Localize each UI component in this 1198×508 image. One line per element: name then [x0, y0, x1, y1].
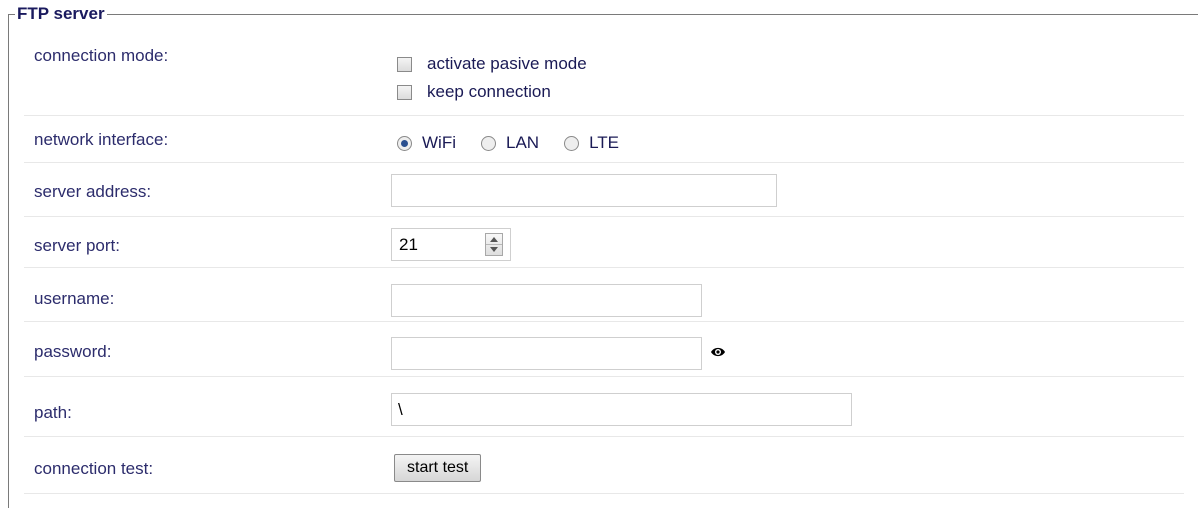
username-label: username: [34, 289, 115, 308]
row-network-interface: network interface: WiFi LAN LTE [24, 116, 1184, 163]
row-username: username: [24, 268, 1184, 322]
row-server-address: server address: [24, 163, 1184, 217]
passive-mode-option[interactable]: activate pasive mode [397, 54, 587, 74]
row-password: password: [24, 322, 1184, 377]
row-connection-mode: connection mode: activate pasive mode ke… [24, 34, 1184, 116]
lte-label: LTE [589, 133, 619, 152]
connection-mode-label: connection mode: [34, 46, 169, 65]
server-port-value: 21 [399, 235, 418, 254]
passive-mode-checkbox[interactable] [397, 56, 412, 72]
username-input[interactable] [391, 284, 702, 317]
wifi-label: WiFi [422, 133, 456, 152]
keep-connection-checkbox[interactable] [397, 84, 412, 100]
eye-icon[interactable] [710, 346, 726, 358]
password-label: password: [34, 342, 112, 361]
network-interface-radios: WiFi LAN LTE [397, 133, 644, 153]
path-input[interactable]: \ [391, 393, 852, 426]
radio-option-lan[interactable]: LAN [480, 133, 540, 153]
network-interface-label: network interface: [34, 130, 169, 149]
keep-connection-option[interactable]: keep connection [397, 82, 551, 102]
row-path: path: \ [24, 377, 1184, 437]
lan-label: LAN [505, 133, 540, 152]
lte-radio[interactable] [564, 135, 580, 151]
server-port-stepper[interactable]: 21 [391, 228, 511, 261]
start-test-button[interactable]: start test [394, 454, 482, 482]
password-input[interactable] [391, 337, 702, 370]
spin-up-icon[interactable] [490, 237, 498, 242]
connection-test-label: connection test: [34, 459, 154, 478]
radio-option-lte[interactable]: LTE [564, 133, 619, 153]
spin-down-icon[interactable] [490, 247, 498, 252]
server-address-label: server address: [34, 182, 152, 201]
radio-option-wifi[interactable]: WiFi [397, 133, 456, 153]
lan-radio[interactable] [480, 135, 496, 151]
port-spin-buttons[interactable] [485, 233, 503, 256]
server-address-input[interactable] [391, 174, 777, 207]
keep-connection-label: keep connection [427, 82, 551, 101]
row-server-port: server port: 21 [24, 217, 1184, 268]
section-title: FTP server [15, 4, 107, 24]
passive-mode-label: activate pasive mode [427, 54, 587, 73]
server-port-label: server port: [34, 236, 120, 255]
row-connection-test: connection test: start test [24, 437, 1184, 494]
path-label: path: [34, 403, 72, 422]
wifi-radio[interactable] [397, 135, 412, 151]
